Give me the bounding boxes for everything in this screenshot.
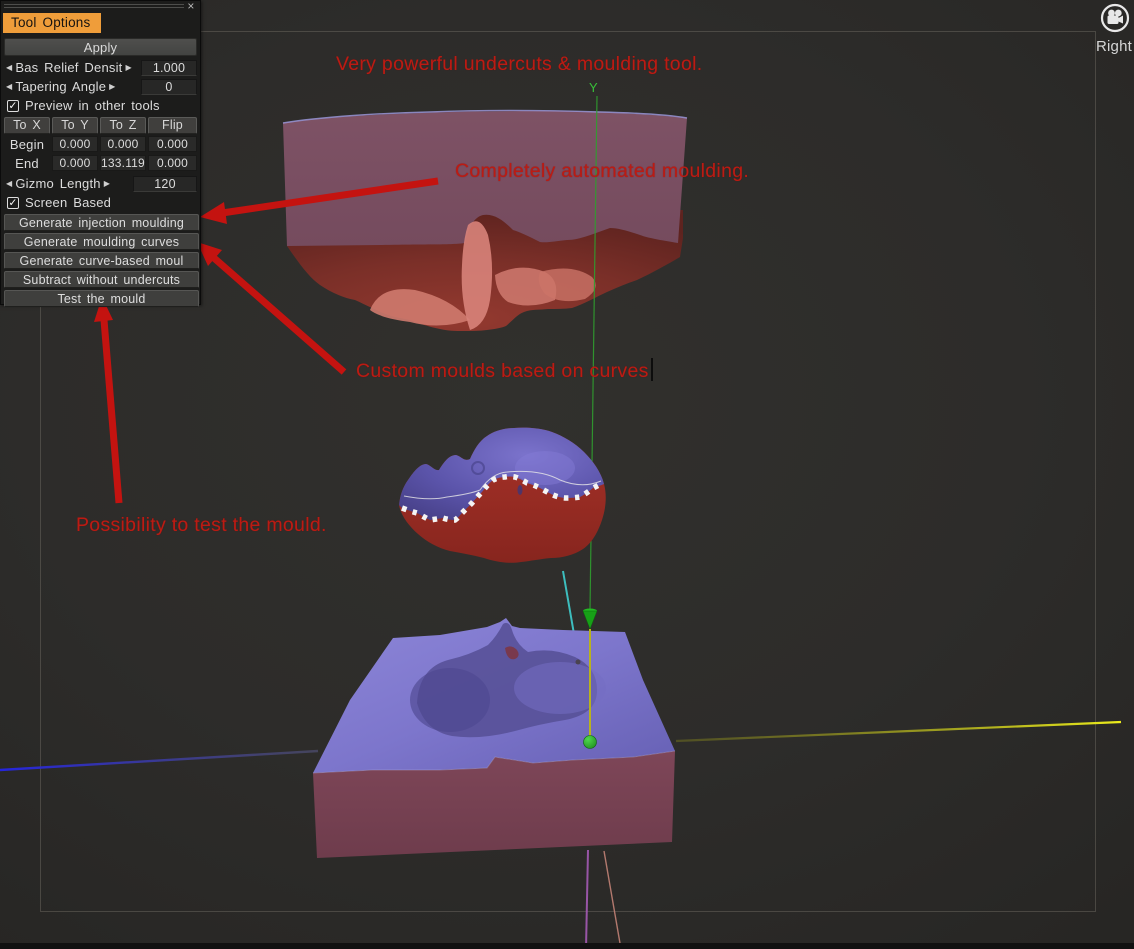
tab-tool-options[interactable]: Tool Options — [3, 13, 101, 33]
to-y-button[interactable]: To Y — [52, 117, 98, 134]
test-the-mould-button[interactable]: Test the mould — [4, 290, 199, 308]
subtract-without-undercuts-button[interactable]: Subtract without undercuts — [4, 271, 199, 289]
y-axis-label: Y — [589, 80, 598, 95]
axis-tick-cyan — [563, 571, 574, 634]
axis-line-salmon — [604, 851, 621, 949]
gizmo-arrow-down[interactable] — [583, 611, 597, 629]
tapering-angle-label: Tapering Angle — [15, 79, 106, 94]
panel-grip — [4, 7, 184, 8]
upper-mould-half[interactable] — [283, 111, 687, 332]
end-y-field[interactable]: 133.119 — [100, 155, 146, 171]
tapering-angle-field[interactable]: 0 — [141, 79, 197, 95]
bottom-edge — [0, 943, 1134, 949]
panel-grip — [4, 4, 184, 5]
text-cursor — [651, 358, 653, 381]
camera-icon — [1099, 2, 1131, 34]
x-axis-line-blue — [0, 751, 318, 770]
screen-based-checkbox[interactable]: ✓ — [7, 197, 19, 209]
spinner-increment-icon[interactable]: ▶ — [109, 83, 115, 91]
gizmo-length-field[interactable]: 120 — [133, 176, 197, 192]
close-icon[interactable]: × — [185, 0, 197, 12]
generate-moulding-curves-button[interactable]: Generate moulding curves — [4, 233, 199, 251]
generate-injection-moulding-button[interactable]: Generate injection moulding — [4, 214, 199, 232]
preview-checkbox[interactable]: ✓ — [7, 100, 19, 112]
annotation-test-mould: Possibility to test the mould. — [76, 514, 327, 537]
annotation-custom-moulds[interactable]: Custom moulds based on curves — [356, 358, 653, 383]
end-row: End 0.000 133.119 0.000 — [4, 155, 197, 172]
annotation-automated-moulding: Completely automated moulding. — [455, 160, 749, 183]
spinner-decrement-icon[interactable]: ◀ — [6, 180, 12, 188]
end-label: End — [4, 155, 50, 172]
begin-row: Begin 0.000 0.000 0.000 — [4, 136, 197, 153]
tool-options-panel: × Tool Options Apply ◀ Bas Relief Densit… — [0, 0, 201, 305]
gizmo-length-row: ◀ Gizmo Length ▶ 120 — [1, 174, 200, 193]
end-x-field[interactable]: 0.000 — [52, 155, 98, 171]
bottom-mould-block[interactable] — [313, 618, 675, 858]
begin-z-field[interactable]: 0.000 — [148, 136, 197, 152]
preview-checkbox-label: Preview in other tools — [25, 98, 160, 113]
annotation-powerful-tool: Very powerful undercuts & moulding tool. — [336, 53, 702, 76]
spinner-increment-icon[interactable]: ▶ — [104, 180, 110, 188]
spinner-increment-icon[interactable]: ▶ — [125, 64, 131, 72]
apply-button[interactable]: Apply — [4, 38, 197, 56]
x-axis-line-yellow — [676, 722, 1121, 741]
bas-relief-density-label: Bas Relief Densit — [15, 60, 122, 75]
gizmo-length-label: Gizmo Length — [15, 176, 100, 191]
begin-y-field[interactable]: 0.000 — [100, 136, 146, 152]
camera-view-button[interactable] — [1096, 2, 1134, 39]
head-model[interactable] — [399, 428, 606, 563]
generate-curve-based-mould-button[interactable]: Generate curve-based moul — [4, 252, 199, 270]
gizmo-handle-sphere[interactable] — [584, 736, 597, 749]
spinner-decrement-icon[interactable]: ◀ — [6, 64, 12, 72]
annotation-text: Custom moulds based on curves — [356, 360, 649, 382]
end-z-field[interactable]: 0.000 — [148, 155, 197, 171]
bas-relief-density-field[interactable]: 1.000 — [141, 60, 197, 76]
flip-button[interactable]: Flip — [148, 117, 197, 134]
screen-based-checkbox-label: Screen Based — [25, 195, 111, 210]
spinner-decrement-icon[interactable]: ◀ — [6, 83, 12, 91]
begin-x-field[interactable]: 0.000 — [52, 136, 98, 152]
axis-buttons-row: To X To Y To Z Flip — [4, 117, 197, 134]
begin-label: Begin — [4, 136, 50, 153]
to-z-button[interactable]: To Z — [100, 117, 146, 134]
spinner-row-tapering-angle: ◀ Tapering Angle ▶ 0 — [1, 77, 200, 96]
view-orientation-label: Right — [1094, 38, 1134, 55]
preview-checkbox-row: ✓ Preview in other tools — [1, 96, 200, 115]
axis-line-purple — [586, 850, 588, 949]
panel-titlebar[interactable]: × — [1, 1, 200, 12]
screen-based-checkbox-row: ✓ Screen Based — [1, 193, 200, 212]
spinner-row-bas-relief: ◀ Bas Relief Densit ▶ 1.000 — [1, 58, 200, 77]
to-x-button[interactable]: To X — [4, 117, 50, 134]
